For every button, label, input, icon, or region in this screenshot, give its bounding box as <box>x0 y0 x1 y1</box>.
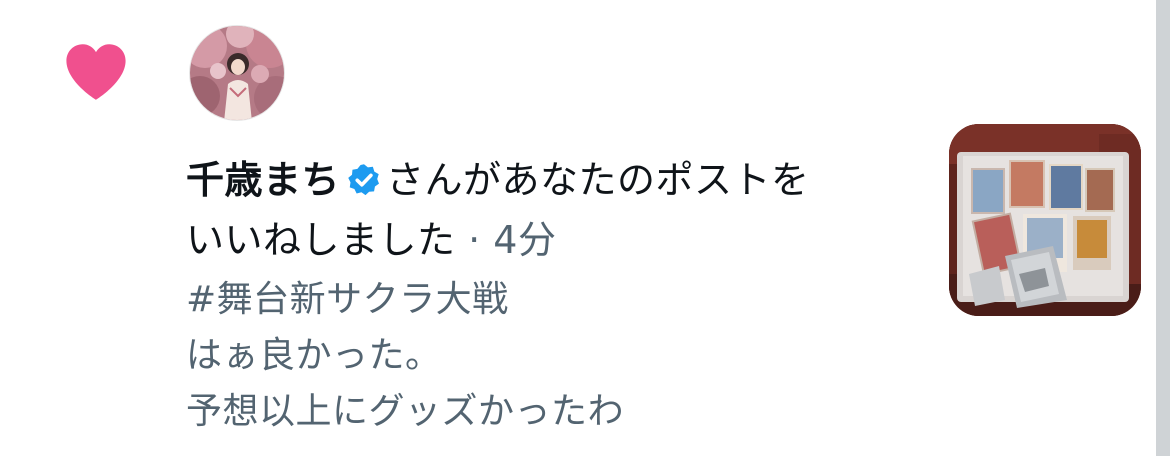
notification-text: 千歳まち さんがあなたのポストをいいねしました · 4分 #舞台新サクラ大戦 は… <box>186 150 926 440</box>
verified-badge-icon <box>348 164 380 196</box>
media-thumbnail[interactable] <box>949 124 1141 316</box>
avatar-image <box>190 26 284 120</box>
post-text-line: #舞台新サクラ大戦 <box>186 279 509 320</box>
merchandise-photo <box>949 124 1141 316</box>
like-notification[interactable]: 千歳まち さんがあなたのポストをいいねしました · 4分 #舞台新サクラ大戦 は… <box>0 0 1150 456</box>
scrollbar-track <box>1156 0 1170 456</box>
post-text-line: 予想以上にグッズかったわ <box>186 391 625 432</box>
action-text-line2: いいねしました <box>186 218 456 262</box>
like-description: 千歳まち さんがあなたのポストをいいねしました · 4分 <box>186 150 926 270</box>
timestamp[interactable]: 4分 <box>493 218 556 262</box>
action-text-line1: さんがあなたのポストを <box>386 158 810 202</box>
user-name[interactable]: 千歳まち <box>186 158 340 202</box>
heart-icon <box>66 44 126 100</box>
avatar[interactable] <box>189 25 285 121</box>
separator-dot: · <box>468 218 481 262</box>
liked-post-text[interactable]: #舞台新サクラ大戦 はぁ良かった。 予想以上にグッズかったわ <box>186 272 926 440</box>
post-text-line: はぁ良かった。 <box>186 335 442 376</box>
